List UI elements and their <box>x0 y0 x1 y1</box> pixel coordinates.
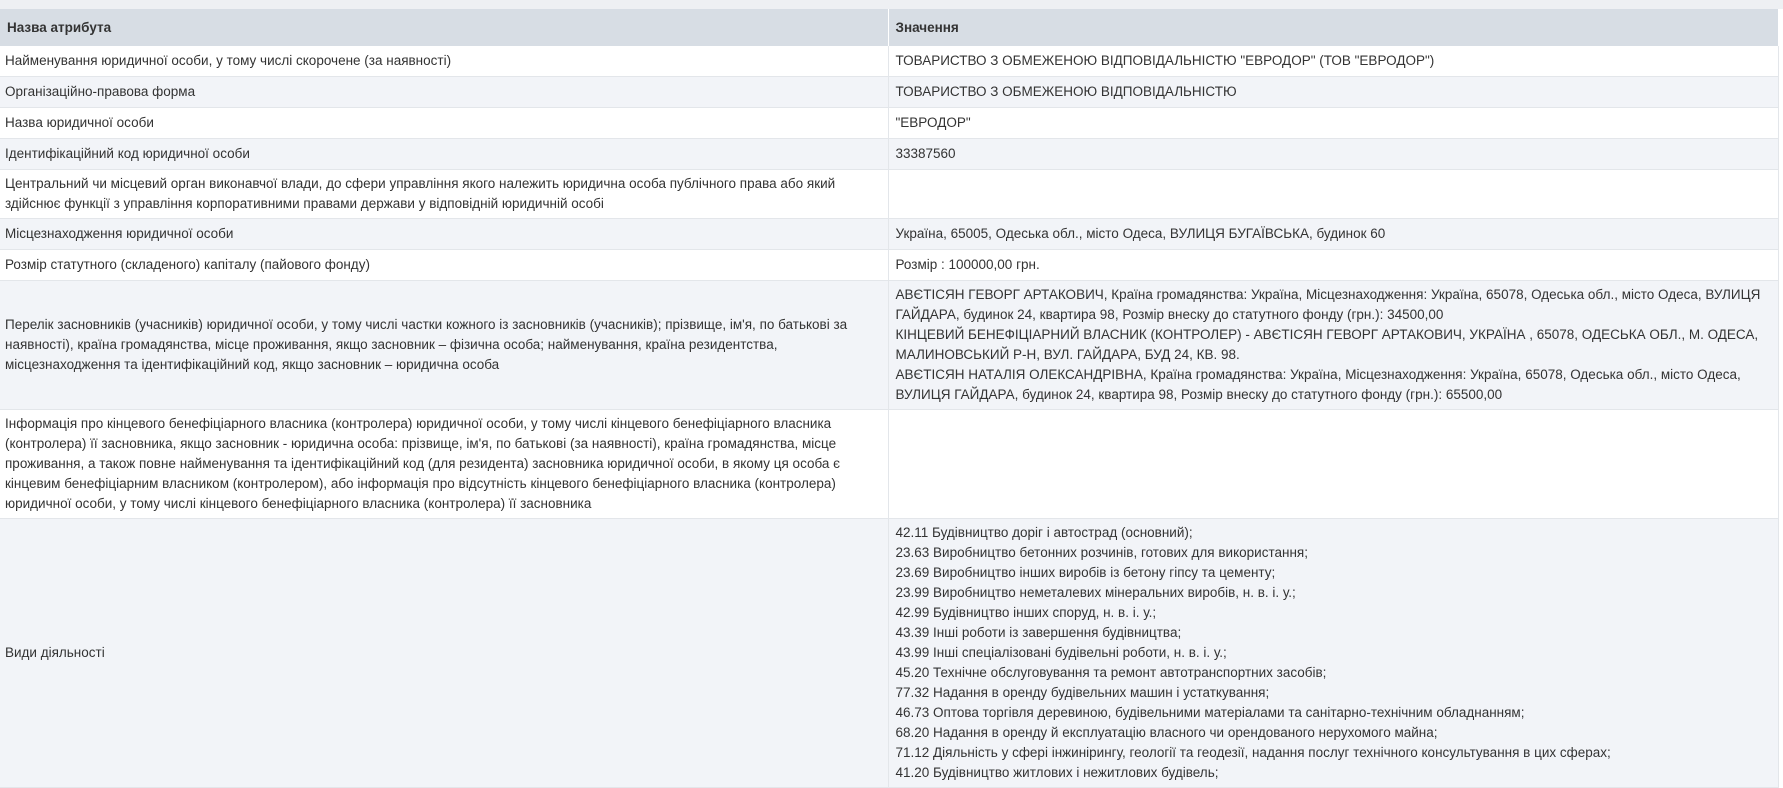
value-line: 43.99 Інші спеціалізовані будівельні роб… <box>895 645 1227 660</box>
value-line: 42.11 Будівництво доріг і автострад (осн… <box>895 525 1193 540</box>
attribute-name-cell: Перелік засновників (учасників) юридично… <box>0 280 889 410</box>
attribute-value-cell <box>888 409 1779 519</box>
value-line: АВЄТІСЯН НАТАЛІЯ ОЛЕКСАНДРІВНА, Країна г… <box>895 367 1741 402</box>
table-header-row: Назва атрибута Значення <box>0 9 1779 46</box>
value-line: 68.20 Надання в оренду й експлуатацію вл… <box>895 725 1438 740</box>
table-row: Центральний чи місцевий орган виконавчої… <box>0 169 1779 219</box>
attribute-value-cell: 42.11 Будівництво доріг і автострад (осн… <box>888 518 1779 788</box>
value-line: 43.39 Інші роботи із завершення будівниц… <box>895 625 1182 640</box>
value-line: 71.12 Діяльність у сфері інжинірингу, ге… <box>895 745 1611 760</box>
table-row: Перелік засновників (учасників) юридично… <box>0 280 1779 410</box>
attribute-value-cell: Розмір : 100000,00 грн. <box>888 249 1779 281</box>
column-header-attribute[interactable]: Назва атрибута <box>0 9 889 46</box>
attribute-name-cell: Назва юридичної особи <box>0 107 889 139</box>
attribute-name-cell: Види діяльності <box>0 518 889 788</box>
attribute-name-cell: Інформація про кінцевого бенефіціарного … <box>0 409 889 519</box>
value-line: ТОВАРИСТВО З ОБМЕЖЕНОЮ ВІДПОВІДАЛЬНІСТЮ … <box>895 53 1435 68</box>
table-row: Найменування юридичної особи, у тому чис… <box>0 46 1779 77</box>
value-line: 41.20 Будівництво житлових і нежитлових … <box>895 765 1219 780</box>
table-row: Назва юридичної особи "ЕВРОДОР" <box>0 107 1779 139</box>
attribute-value-cell: 33387560 <box>888 138 1779 170</box>
value-line: 23.99 Виробництво неметалевих мінеральни… <box>895 585 1296 600</box>
table-row: Інформація про кінцевого бенефіціарного … <box>0 409 1779 519</box>
value-line: 46.73 Оптова торгівля деревиною, будівел… <box>895 705 1525 720</box>
top-strip <box>0 0 1783 9</box>
value-line: 42.99 Будівництво інших споруд, н. в. і.… <box>895 605 1157 620</box>
attribute-name-cell: Ідентифікаційний код юридичної особи <box>0 138 889 170</box>
value-line: 77.32 Надання в оренду будівельних машин… <box>895 685 1270 700</box>
column-header-value[interactable]: Значення <box>888 9 1779 46</box>
value-line: 23.69 Виробництво інших виробів із бетон… <box>895 565 1276 580</box>
value-line: КІНЦЕВИЙ БЕНЕФІЦІАРНИЙ ВЛАСНИК (КОНТРОЛЕ… <box>895 327 1759 362</box>
value-line: АВЄТІСЯН ГЕВОРГ АРТАКОВИЧ, Країна громад… <box>895 287 1761 322</box>
attribute-value-cell: Україна, 65005, Одеська обл., місто Одес… <box>888 218 1779 250</box>
table-row: Види діяльності 42.11 Будівництво доріг і… <box>0 518 1779 788</box>
attribute-value-cell: АВЄТІСЯН ГЕВОРГ АРТАКОВИЧ, Країна громад… <box>888 280 1779 410</box>
value-line: ТОВАРИСТВО З ОБМЕЖЕНОЮ ВІДПОВІДАЛЬНІСТЮ <box>895 84 1237 99</box>
attributes-table: Назва атрибута Значення Найменування юри… <box>0 9 1779 788</box>
value-line: 33387560 <box>895 146 956 161</box>
attribute-name-cell: Розмір статутного (складеного) капіталу … <box>0 249 889 281</box>
table-row: Місцезнаходження юридичної особи Україна,… <box>0 218 1779 250</box>
value-line: Україна, 65005, Одеська обл., місто Одес… <box>895 226 1386 241</box>
value-line: Розмір : 100000,00 грн. <box>895 257 1040 272</box>
attribute-value-cell <box>888 169 1779 219</box>
value-line: 45.20 Технічне обслуговування та ремонт … <box>895 665 1327 680</box>
attribute-value-cell: "ЕВРОДОР" <box>888 107 1779 139</box>
value-line: 23.63 Виробництво бетонних розчинів, гот… <box>895 545 1308 560</box>
attribute-value-cell: ТОВАРИСТВО З ОБМЕЖЕНОЮ ВІДПОВІДАЛЬНІСТЮ … <box>888 46 1779 77</box>
table-row: Ідентифікаційний код юридичної особи 3338… <box>0 138 1779 170</box>
table-row: Розмір статутного (складеного) капіталу … <box>0 249 1779 281</box>
attribute-name-cell: Найменування юридичної особи, у тому чис… <box>0 46 889 77</box>
attribute-name-cell: Місцезнаходження юридичної особи <box>0 218 889 250</box>
table-body: Найменування юридичної особи, у тому чис… <box>0 46 1779 788</box>
attribute-value-cell: ТОВАРИСТВО З ОБМЕЖЕНОЮ ВІДПОВІДАЛЬНІСТЮ <box>888 76 1779 108</box>
table-row: Організаційно-правова форма ТОВАРИСТВО З … <box>0 76 1779 108</box>
value-line: "ЕВРОДОР" <box>895 115 971 130</box>
attribute-name-cell: Організаційно-правова форма <box>0 76 889 108</box>
attribute-name-cell: Центральний чи місцевий орган виконавчої… <box>0 169 889 219</box>
